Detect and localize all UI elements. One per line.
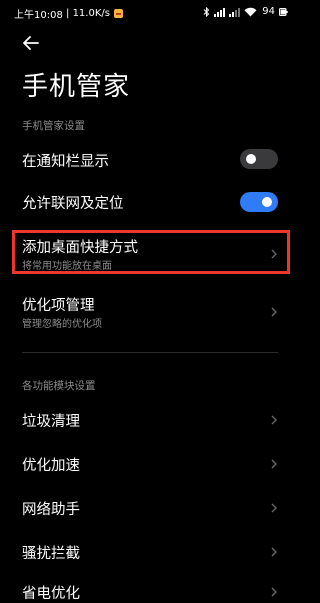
battery-icon [279, 7, 288, 16]
page-title: 手机管家 [22, 72, 131, 102]
setting-row-optimization[interactable]: 优化项管理 管理忽略的优化项 [0, 290, 300, 332]
module-label: 垃圾清理 [22, 414, 80, 430]
setting-label: 允许联网及定位 [22, 196, 124, 212]
module-label: 网络助手 [22, 502, 80, 518]
battery-percentage: 94 [262, 6, 275, 17]
section-divider [22, 352, 278, 353]
setting-subtitle: 管理忽略的优化项 [22, 319, 102, 330]
network-location-toggle[interactable] [240, 192, 278, 212]
module-item-speed-boost[interactable]: 优化加速 [0, 448, 300, 480]
module-item-junk-cleanup[interactable]: 垃圾清理 [0, 404, 300, 436]
module-item-network-assistant[interactable]: 网络助手 [0, 492, 300, 524]
notification-bar-toggle[interactable] [240, 149, 278, 169]
status-network-speed: 11.0K/s [72, 8, 110, 19]
setting-label: 优化项管理 [22, 298, 95, 314]
arrow-left-icon [23, 36, 39, 50]
module-item-power-saving[interactable]: 省电优化 [0, 578, 300, 602]
notification-app-icon [113, 9, 123, 18]
status-bar: 上午10:08 | 11.0K/s 94 [0, 0, 300, 26]
toggle-knob [262, 197, 272, 207]
module-label: 优化加速 [22, 458, 80, 474]
chevron-right-icon [271, 415, 277, 425]
setting-label: 在通知栏显示 [22, 154, 109, 170]
wifi-icon [244, 7, 257, 16]
module-label: 骚扰拦截 [22, 546, 80, 562]
chevron-right-icon [271, 503, 277, 513]
status-separator: | [62, 8, 73, 19]
status-left: 上午10:08 | 11.0K/s [14, 6, 123, 21]
setting-row-network-location[interactable]: 允许联网及定位 [0, 182, 300, 220]
section-header-settings: 手机管家设置 [22, 120, 85, 132]
signal-icon-1 [214, 7, 226, 17]
bluetooth-icon [203, 6, 210, 17]
status-time: 上午10:08 [14, 10, 63, 21]
back-button[interactable] [18, 30, 44, 56]
chevron-right-icon [271, 587, 277, 597]
setting-row-notification-bar[interactable]: 在通知栏显示 [0, 140, 300, 178]
module-item-harassment-block[interactable]: 骚扰拦截 [0, 536, 300, 568]
highlight-annotation-box [12, 230, 290, 274]
chevron-right-icon [271, 459, 277, 469]
chevron-right-icon [271, 307, 277, 317]
section-header-modules: 各功能模块设置 [22, 380, 96, 392]
toggle-knob [246, 154, 256, 164]
status-right: 94 [203, 6, 288, 17]
signal-icon-2 [229, 7, 241, 17]
chevron-right-icon [271, 547, 277, 557]
